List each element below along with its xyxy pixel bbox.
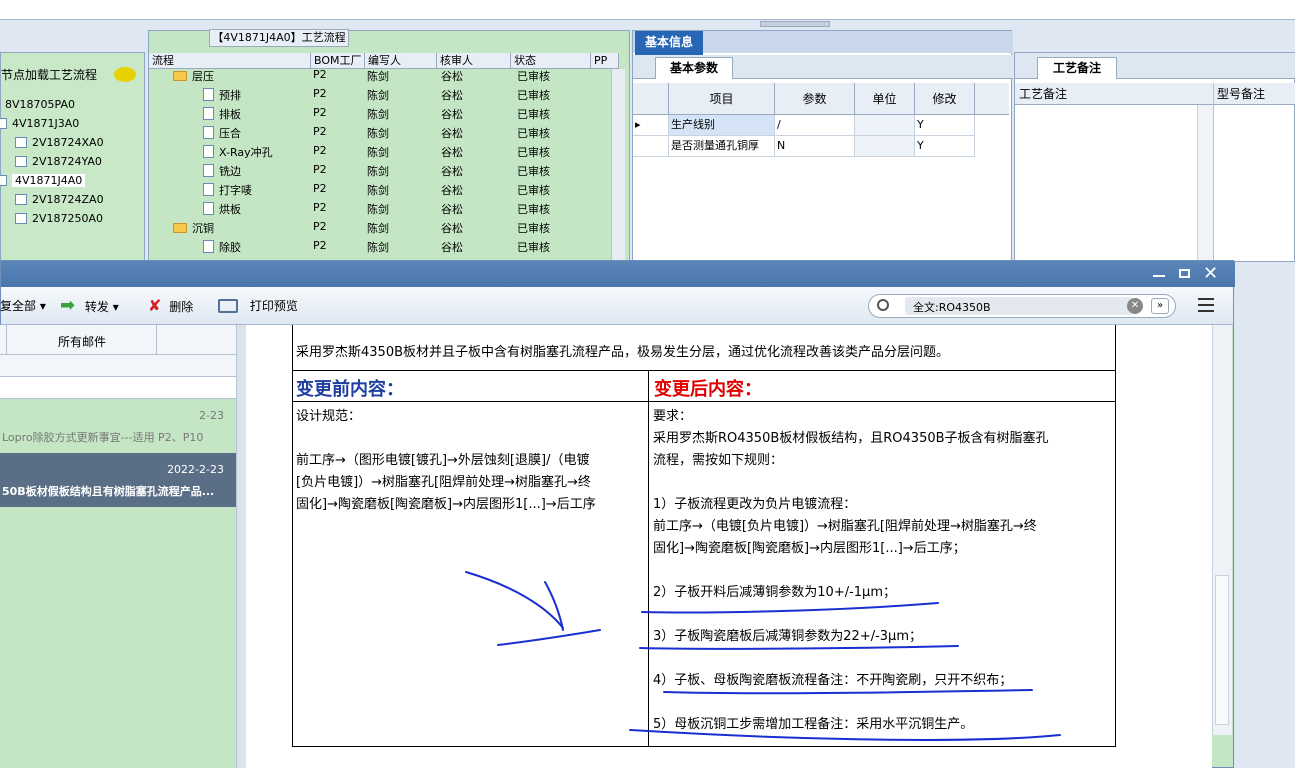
annotation-arrow-base (497, 629, 601, 646)
annotation-arrow-head (544, 581, 564, 631)
annotation-arrow-shaft (465, 571, 564, 629)
annotation-underline-2 (641, 602, 939, 614)
pen-annotations (465, 571, 1061, 741)
annotation-underline-3 (639, 645, 959, 650)
annotation-underline-4 (663, 689, 1033, 695)
annotation-underline-5 (629, 729, 1061, 741)
